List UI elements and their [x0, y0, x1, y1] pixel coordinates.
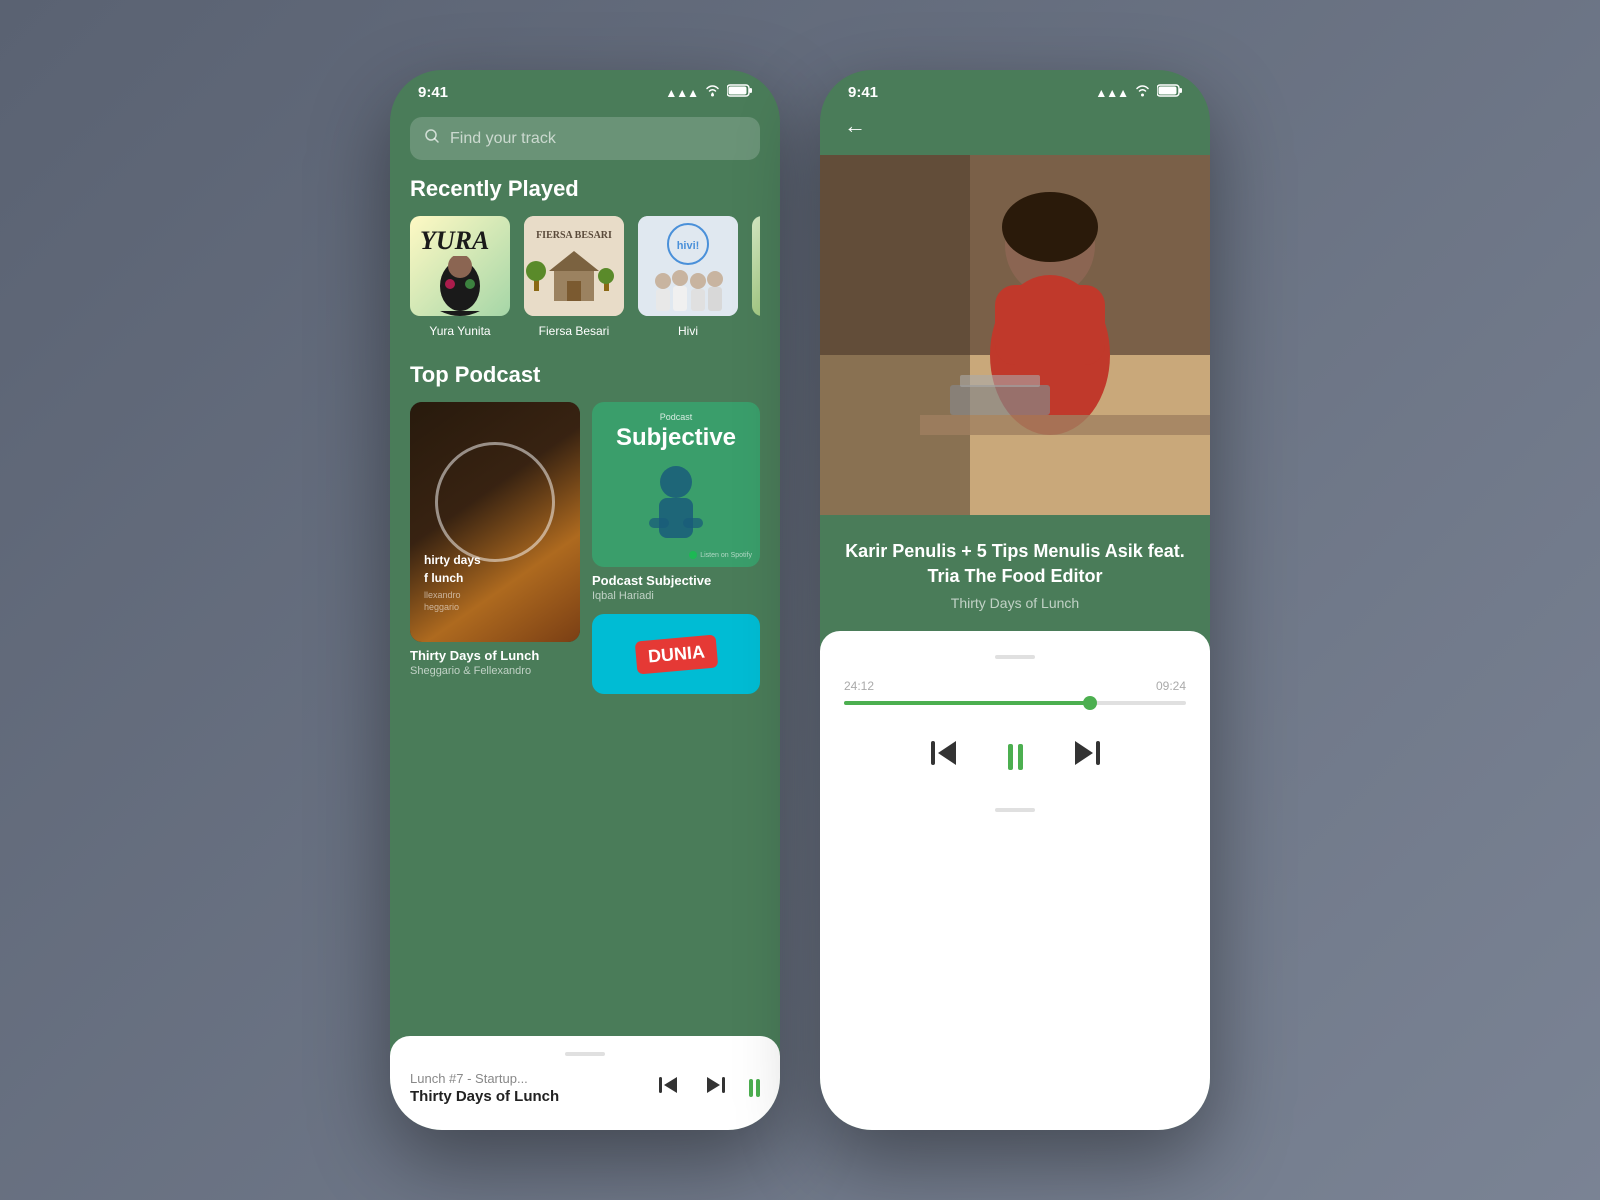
albums-row: YURA Yura Yunita — [410, 216, 760, 338]
top-podcast-title: Top Podcast — [410, 362, 760, 388]
search-bar[interactable] — [410, 117, 760, 160]
album-cover-fiersa: FIERSA BESARI — [524, 216, 624, 316]
yura-text: YURA — [420, 226, 489, 256]
progress-track[interactable] — [844, 701, 1186, 705]
circle-decoration — [435, 442, 555, 562]
podcast-name-thirty: Thirty Days of Lunch — [410, 648, 580, 663]
track-artwork — [820, 155, 1210, 515]
signal-icon-2: ▲▲▲ — [1095, 86, 1128, 100]
album-cover-partial — [752, 216, 760, 316]
signal-icon: ▲▲▲ — [665, 86, 698, 100]
podcast-card-cyan[interactable]: DUNIA — [592, 614, 760, 694]
bottom-drag-handle — [995, 808, 1035, 812]
recently-played-title: Recently Played — [410, 176, 760, 202]
mini-player-info: Lunch #7 - Startup... Thirty Days of Lun… — [410, 1071, 641, 1105]
full-pause-bar-left — [1008, 744, 1013, 770]
svg-text:FIERSA BESARI: FIERSA BESARI — [536, 230, 612, 241]
status-icons-2: ▲▲▲ — [1095, 84, 1182, 101]
progress-thumb[interactable] — [1083, 696, 1097, 710]
podcast-small-label: Podcast — [602, 412, 750, 422]
album-cover-yura: YURA — [410, 216, 510, 316]
full-player: 24:12 09:24 — [820, 631, 1210, 1130]
phone-content-1: Recently Played YURA Yura Yun — [390, 176, 780, 1036]
status-bar-2: 9:41 ▲▲▲ — [820, 70, 1210, 109]
wifi-icon-2 — [1134, 84, 1151, 101]
back-button[interactable]: ← — [844, 113, 866, 139]
svg-text:hivi!: hivi! — [677, 240, 700, 252]
phone2-track-info: Karir Penulis + 5 Tips Menulis Asik feat… — [820, 515, 1210, 631]
mini-player-content: Lunch #7 - Startup... Thirty Days of Lun… — [410, 1070, 760, 1106]
album-label-hivi: Hivi — [678, 324, 698, 338]
podcast-info-thirty: Thirty Days of Lunch Sheggario & Fellexa… — [410, 648, 580, 677]
podcast-author-thirty: Sheggario & Fellexandro — [410, 665, 580, 677]
mini-player-drag-handle — [565, 1052, 605, 1056]
mini-player[interactable]: Lunch #7 - Startup... Thirty Days of Lun… — [390, 1036, 780, 1130]
time-1: 9:41 — [418, 84, 448, 101]
pause-button[interactable] — [749, 1079, 760, 1097]
figure-decoration — [641, 464, 711, 559]
mini-player-track: Lunch #7 - Startup... — [410, 1071, 641, 1086]
time-remaining: 09:24 — [1156, 679, 1186, 693]
battery-icon — [727, 84, 752, 101]
podcast-card-thirty[interactable]: hirty daysf lunch llexandroheggario Thir… — [410, 402, 580, 694]
podcast-big-label: Subjective — [602, 424, 750, 452]
next-button[interactable] — [701, 1070, 731, 1106]
status-bar-1: 9:41 ▲▲▲ — [390, 70, 780, 109]
album-item-hivi[interactable]: hivi! — [638, 216, 738, 338]
prev-button[interactable] — [653, 1070, 683, 1106]
full-player-drag-handle — [995, 655, 1035, 659]
album-label-yura: Yura Yunita — [429, 324, 490, 338]
podcast-artwork-thirty: hirty daysf lunch llexandroheggario — [410, 402, 580, 642]
battery-icon-2 — [1157, 84, 1182, 101]
mini-player-controls — [653, 1070, 760, 1106]
search-input[interactable] — [450, 130, 746, 148]
progress-fill — [844, 701, 1090, 705]
time-2: 9:41 — [848, 84, 878, 101]
phone2-track-title: Karir Penulis + 5 Tips Menulis Asik feat… — [844, 539, 1186, 589]
progress-times: 24:12 09:24 — [844, 679, 1186, 693]
album-item-yura[interactable]: YURA Yura Yunita — [410, 216, 510, 338]
thirty-author-overlay: llexandroheggario — [424, 589, 461, 614]
podcast-card-subjective[interactable]: Podcast Subjective — [592, 402, 760, 602]
search-icon — [424, 128, 440, 149]
full-controls — [844, 729, 1186, 784]
phone2-track-subtitle: Thirty Days of Lunch — [844, 595, 1186, 611]
time-elapsed: 24:12 — [844, 679, 874, 693]
recently-played-section: Recently Played YURA Yura Yun — [410, 176, 760, 338]
thirty-overlay-text: hirty daysf lunch — [424, 551, 481, 587]
full-next-button[interactable] — [1063, 729, 1111, 784]
back-area[interactable]: ← — [820, 109, 1210, 155]
podcast-name-subjective: Podcast Subjective — [592, 573, 760, 588]
podcast-author-subjective: Iqbal Hariadi — [592, 590, 760, 602]
album-item-fiersa[interactable]: FIERSA BESARI Fiersa Besari — [524, 216, 624, 338]
podcast-artwork-subjective: Podcast Subjective — [592, 402, 760, 567]
pause-bar-left — [749, 1079, 753, 1097]
album-item-partial[interactable] — [752, 216, 760, 338]
full-pause-button[interactable] — [1008, 744, 1023, 770]
listen-on-spotify: Listen on Spotify — [689, 551, 752, 559]
top-podcast-section: Top Podcast hirty daysf lunch llexandroh… — [410, 362, 760, 694]
podcast-info-subjective: Podcast Subjective Iqbal Hariadi — [592, 573, 760, 602]
pause-bar-right — [756, 1079, 760, 1097]
status-icons-1: ▲▲▲ — [665, 84, 752, 101]
full-prev-button[interactable] — [920, 729, 968, 784]
phone-2: 9:41 ▲▲▲ ← — [820, 70, 1210, 1130]
wifi-icon — [704, 84, 721, 101]
phone-1: 9:41 ▲▲▲ — [390, 70, 780, 1130]
podcast-row-1: hirty daysf lunch llexandroheggario Thir… — [410, 402, 760, 694]
mini-player-artist: Thirty Days of Lunch — [410, 1088, 641, 1105]
cyan-card-label: DUNIA — [634, 634, 718, 674]
album-label-fiersa: Fiersa Besari — [539, 324, 610, 338]
podcast-right-col: Podcast Subjective — [592, 402, 760, 694]
full-pause-bar-right — [1018, 744, 1023, 770]
album-cover-hivi: hivi! — [638, 216, 738, 316]
